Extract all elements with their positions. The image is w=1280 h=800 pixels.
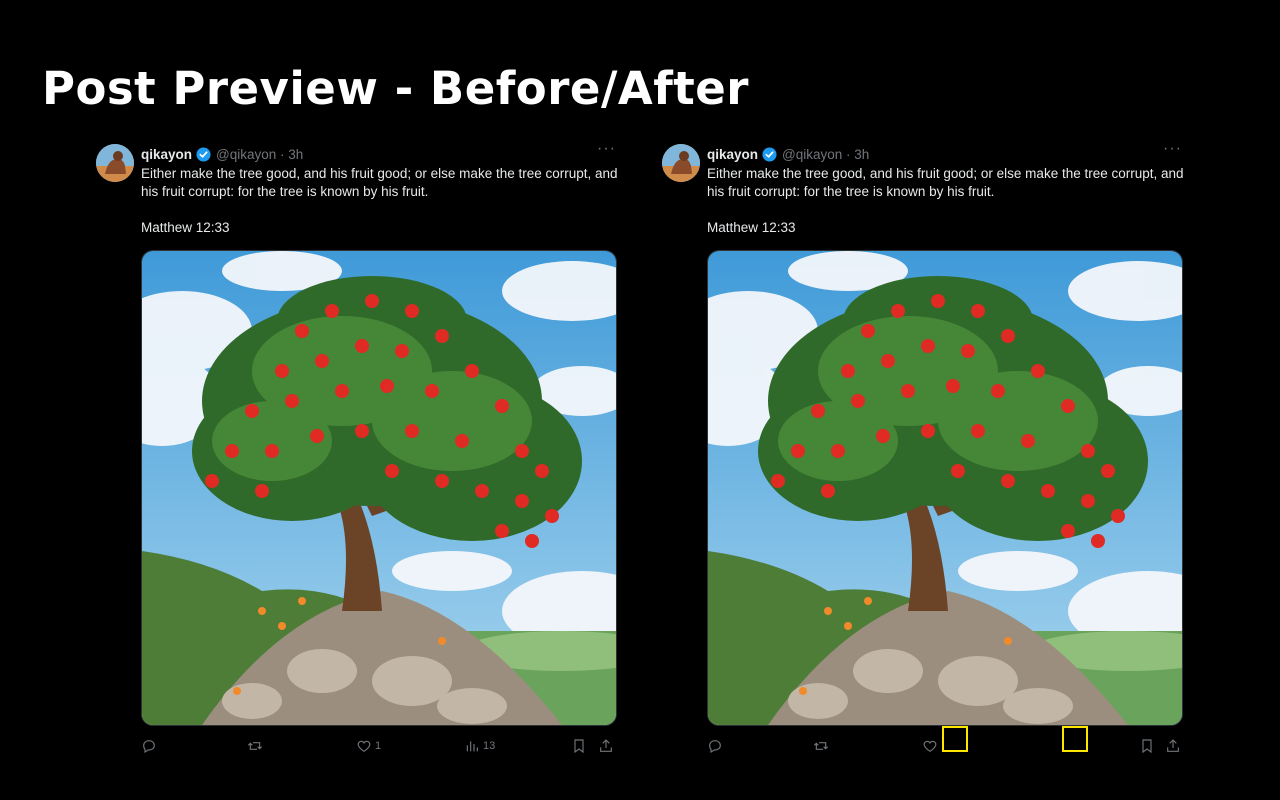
avatar[interactable] xyxy=(96,144,134,182)
page-title: Post Preview - Before/After xyxy=(42,62,750,115)
handle-and-time: @qikayon · 3h xyxy=(216,146,304,162)
heart-icon xyxy=(923,740,937,753)
post-text: Either make the tree good, and his fruit… xyxy=(707,166,1184,199)
views-count: 13 xyxy=(483,740,496,752)
views-icon xyxy=(466,741,478,752)
repost-button[interactable] xyxy=(813,736,832,756)
post-text: Either make the tree good, and his fruit… xyxy=(141,166,618,199)
highlight-box-views xyxy=(1062,726,1088,752)
post-after: qikayon @qikayon · 3h ··· Either make th… xyxy=(662,140,1184,770)
bookmark-icon xyxy=(1142,739,1152,754)
display-name[interactable]: qikayon xyxy=(141,147,192,162)
share-icon xyxy=(1167,739,1179,752)
repost-button[interactable] xyxy=(247,736,266,756)
verified-badge-icon xyxy=(762,146,777,162)
repost-icon xyxy=(813,742,829,750)
share-icon xyxy=(600,739,612,752)
reply-icon xyxy=(143,740,155,754)
share-button[interactable] xyxy=(598,736,614,756)
highlight-box-like-count xyxy=(942,726,968,752)
avatar[interactable] xyxy=(662,144,700,182)
display-name[interactable]: qikayon xyxy=(707,147,758,162)
like-count: 1 xyxy=(375,740,382,752)
reply-icon xyxy=(709,740,721,754)
more-options-icon[interactable]: ··· xyxy=(1163,140,1182,158)
bookmark-button[interactable] xyxy=(571,736,587,756)
post-image[interactable] xyxy=(141,250,617,726)
views-button[interactable]: 13 xyxy=(464,736,495,756)
verified-badge-icon xyxy=(196,146,211,162)
post-image[interactable] xyxy=(707,250,1183,726)
share-button[interactable] xyxy=(1165,736,1181,756)
handle-and-time: @qikayon · 3h xyxy=(782,146,870,162)
like-button[interactable] xyxy=(922,736,941,756)
post-before: qikayon @qikayon · 3h ··· Either make th… xyxy=(96,140,618,770)
bookmark-icon xyxy=(574,739,584,754)
post-actions xyxy=(707,726,1182,756)
heart-icon xyxy=(357,740,371,753)
reply-button[interactable] xyxy=(707,736,726,756)
more-options-icon[interactable]: ··· xyxy=(597,140,616,158)
like-button[interactable]: 1 xyxy=(356,736,381,756)
post-reference: Matthew 12:33 xyxy=(707,220,796,235)
reply-button[interactable] xyxy=(141,736,160,756)
repost-icon xyxy=(247,742,263,750)
bookmark-button[interactable] xyxy=(1139,736,1155,756)
post-reference: Matthew 12:33 xyxy=(141,220,230,235)
post-actions: 1 13 xyxy=(141,736,616,756)
